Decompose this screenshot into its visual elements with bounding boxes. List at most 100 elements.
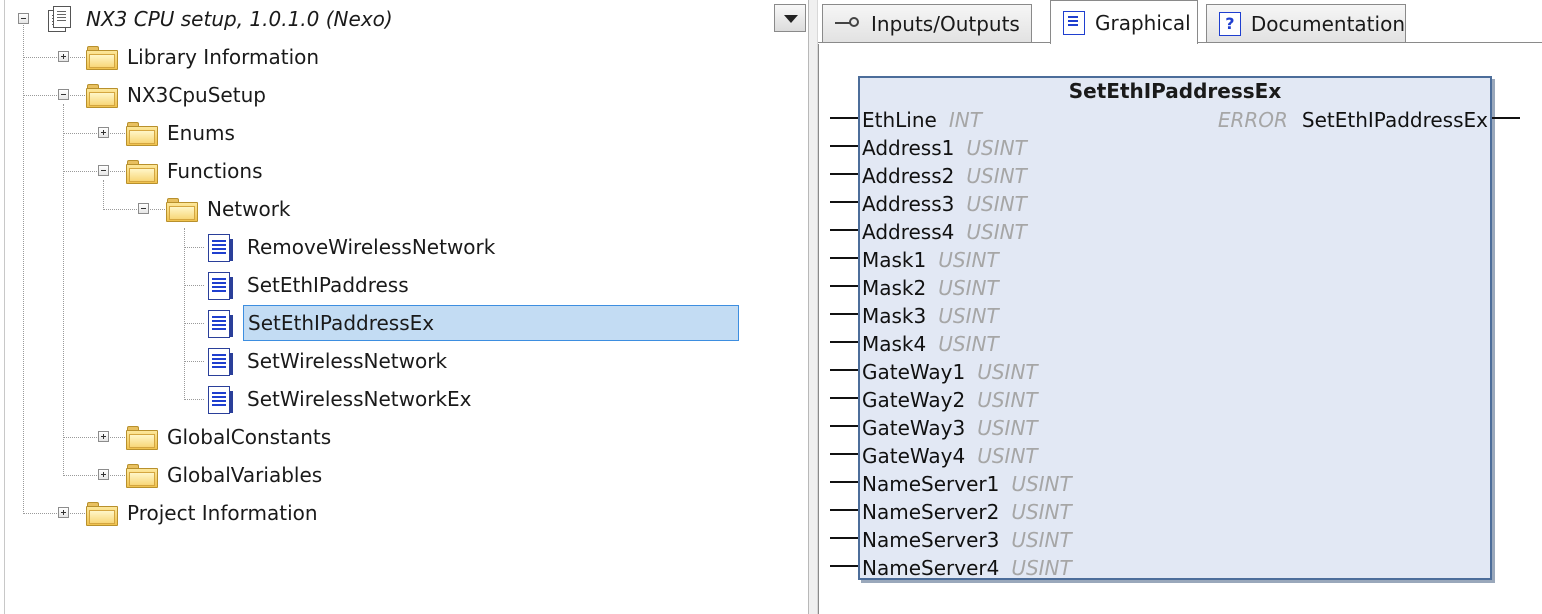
tree-item-function[interactable]: RemoveWirelessNetwork (247, 229, 495, 265)
tab-inputs-outputs[interactable]: Inputs/Outputs (822, 4, 1032, 42)
input-pin-name: GateWay3 (862, 416, 966, 440)
input-pin-line (830, 313, 858, 315)
input-pin-name: Mask4 (862, 332, 927, 356)
pane-splitter[interactable] (808, 0, 818, 614)
input-pin-line (830, 229, 858, 231)
tree-connector (23, 57, 85, 58)
input-pin-type: USINT (1011, 500, 1072, 524)
input-pin[interactable]: NameServer4 USINT (862, 554, 1072, 582)
tab-documentation[interactable]: ? Documentation (1206, 4, 1406, 42)
io-connector-icon (835, 13, 861, 35)
output-pin[interactable]: ERROR SetEthIPaddressEx (1218, 106, 1488, 134)
input-pin-line (830, 173, 858, 175)
input-pin[interactable]: Mask3 USINT (862, 302, 999, 330)
tree-item-function[interactable]: SetWirelessNetworkEx (247, 381, 472, 417)
tree-connector (63, 104, 64, 476)
folder-icon (126, 463, 158, 488)
input-pin-type: USINT (938, 304, 999, 328)
input-pin[interactable]: Address4 USINT (862, 218, 1027, 246)
library-icon (48, 6, 72, 32)
input-pin-type: USINT (966, 192, 1027, 216)
input-pin-type: USINT (977, 388, 1038, 412)
tree-item-global-variables[interactable]: GlobalVariables (167, 457, 322, 493)
output-pin-name: SetEthIPaddressEx (1301, 108, 1488, 132)
input-pin-type: USINT (977, 444, 1038, 468)
tree-item-enums[interactable]: Enums (167, 115, 235, 151)
input-pin-type: INT (948, 108, 982, 132)
input-pin-name: Address4 (862, 220, 955, 244)
input-pin-type: USINT (938, 248, 999, 272)
collapse-toggle[interactable] (18, 13, 29, 24)
input-pin-name: Address3 (862, 192, 955, 216)
function-document-icon (208, 272, 233, 300)
input-pin-type: USINT (966, 136, 1027, 160)
tree-item-functions[interactable]: Functions (167, 153, 263, 189)
tree-item-global-constants[interactable]: GlobalConstants (167, 419, 331, 455)
tree-connector (63, 437, 125, 438)
graphical-canvas[interactable]: SetEthIPaddressEx EthLine INT Address1 USIN… (818, 44, 1542, 614)
collapse-toggle[interactable] (58, 89, 69, 100)
tree-connector (63, 171, 125, 172)
tree-connector (23, 95, 85, 96)
expand-toggle[interactable] (58, 507, 69, 518)
tree-item-nx3cpusetup[interactable]: NX3CpuSetup (127, 77, 266, 113)
tree-item-library-information[interactable]: Library Information (127, 39, 319, 75)
folder-open-icon (166, 197, 198, 222)
folder-icon (86, 45, 118, 70)
expand-toggle[interactable] (58, 51, 69, 62)
tree-item-function-selected[interactable]: SetEthIPaddressEx (243, 305, 739, 341)
input-pin-line (830, 201, 858, 203)
function-document-icon (208, 234, 233, 262)
tree-item-function[interactable]: SetEthIPaddress (247, 267, 409, 303)
function-block[interactable]: SetEthIPaddressEx EthLine INT Address1 USIN… (858, 76, 1492, 580)
collapse-toggle[interactable] (98, 165, 109, 176)
input-pin-name: GateWay4 (862, 444, 966, 468)
input-pin-line (830, 369, 858, 371)
tree-connector (184, 285, 204, 286)
library-tree-pane[interactable]: NX3 CPU setup, 1.0.1.0 (Nexo) Library In… (0, 0, 808, 614)
expand-toggle[interactable] (98, 469, 109, 480)
expand-toggle[interactable] (98, 431, 109, 442)
tree-connector (184, 361, 204, 362)
input-pin[interactable]: Mask2 USINT (862, 274, 999, 302)
tree-connector (63, 475, 125, 476)
input-pin[interactable]: Mask1 USINT (862, 246, 999, 274)
folder-open-icon (86, 83, 118, 108)
input-pin[interactable]: Address3 USINT (862, 190, 1027, 218)
input-pin[interactable]: Address1 USINT (862, 134, 1027, 162)
dropdown-arrow-button[interactable] (774, 4, 806, 32)
input-pin-type: USINT (977, 360, 1038, 384)
collapse-toggle[interactable] (138, 203, 149, 214)
input-pin[interactable]: NameServer1 USINT (862, 470, 1072, 498)
input-pin-type: USINT (966, 220, 1027, 244)
input-pin-type: USINT (938, 276, 999, 300)
input-pin[interactable]: GateWay2 USINT (862, 386, 1038, 414)
tree-root-label[interactable]: NX3 CPU setup, 1.0.1.0 (Nexo) (86, 1, 393, 37)
input-pin[interactable]: Mask4 USINT (862, 330, 999, 358)
input-pin-name: Mask3 (862, 304, 927, 328)
output-pin-type: ERROR (1217, 108, 1288, 132)
input-pin-name: NameServer4 (862, 556, 1000, 580)
tree-item-function[interactable]: SetWirelessNetwork (247, 343, 447, 379)
input-pin[interactable]: GateWay1 USINT (862, 358, 1038, 386)
input-pin-line (830, 453, 858, 455)
input-pin[interactable]: Address2 USINT (862, 162, 1027, 190)
tree-item-network[interactable]: Network (207, 191, 291, 227)
input-pin-line (830, 537, 858, 539)
tree-item-project-information[interactable]: Project Information (127, 495, 318, 531)
tree-connector (184, 399, 204, 400)
input-pin-name: EthLine (862, 108, 937, 132)
input-pin-name: Mask1 (862, 248, 927, 272)
input-pin[interactable]: NameServer2 USINT (862, 498, 1072, 526)
input-pin-type: USINT (977, 416, 1038, 440)
tree-connector (63, 133, 125, 134)
input-pin[interactable]: NameServer3 USINT (862, 526, 1072, 554)
input-pin[interactable]: EthLine INT (862, 106, 982, 134)
expand-toggle[interactable] (98, 127, 109, 138)
tree-connector (103, 209, 165, 210)
input-pin[interactable]: GateWay4 USINT (862, 442, 1038, 470)
input-pin-line (830, 565, 858, 567)
tab-graphical[interactable]: Graphical (1050, 0, 1198, 44)
function-document-icon (208, 348, 233, 376)
input-pin[interactable]: GateWay3 USINT (862, 414, 1038, 442)
